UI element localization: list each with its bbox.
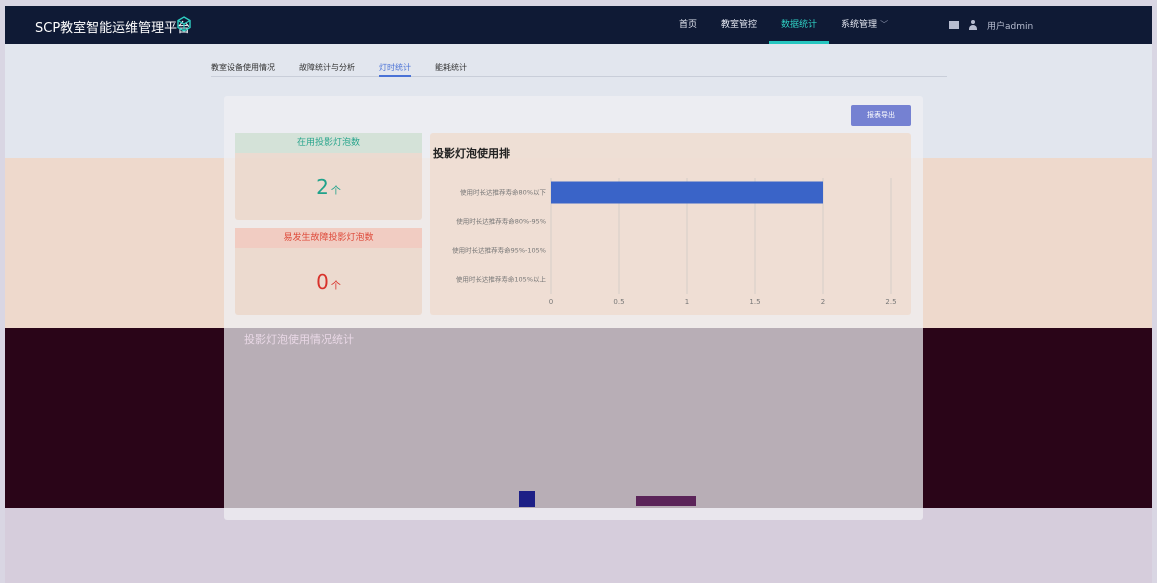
nav-home[interactable]: 首页: [667, 6, 709, 44]
nav-home-label: 首页: [679, 20, 698, 30]
stat-fault-prone-unit: 个: [330, 281, 341, 292]
stat-fault-prone-lamps: 易发生故障投影灯泡数 0个: [235, 228, 422, 315]
main-nav: 首页 教室管控 数据统计 系统管理 ﹀: [667, 6, 900, 44]
chart-tick-label: 0.5: [613, 298, 624, 306]
stat-in-use-unit: 个: [330, 186, 341, 197]
user-name[interactable]: 用户admin: [987, 19, 1033, 32]
tab-lamp-hours[interactable]: 灯时统计: [379, 60, 411, 77]
stat-in-use-value-wrap: 2个: [235, 175, 422, 199]
chart-tick-label: 2: [821, 298, 825, 306]
stat-fault-prone-value-wrap: 0个: [235, 270, 422, 294]
stat-in-use-value: 2: [316, 175, 329, 199]
chart-category-label: 使用时长达推荐寿命80%以下: [460, 188, 546, 197]
nav-classroom-control[interactable]: 教室管控: [709, 6, 769, 44]
user-area: 用户admin: [949, 6, 1033, 44]
chart-tick-label: 2.5: [885, 298, 896, 306]
chart-bar: [551, 181, 823, 204]
tab-energy[interactable]: 能耗统计: [435, 60, 467, 77]
lamp-usage-bar-chart: 0 0.5 1 1.5 2 2.5 使用时长达推荐寿命80%以下使用时长达推荐寿命80%-9…: [452, 178, 897, 306]
chart-category-label: 使用时长达推荐寿命95%-105%: [452, 246, 546, 255]
brand-title: SCP教室智能运维管理平台: [35, 21, 191, 36]
chart-title: 投影灯泡使用排: [433, 147, 510, 160]
mail-icon[interactable]: [949, 21, 959, 29]
lower-chart-bar: [519, 491, 535, 507]
lower-chart-legend: [636, 496, 696, 506]
tab-fault-analysis[interactable]: 故障统计与分析: [299, 60, 355, 77]
cube-icon: [177, 16, 191, 32]
chart-tick-label: 1.5: [749, 298, 760, 306]
chart-category-label: 使用时长达推荐寿命105%以上: [456, 275, 547, 284]
nav-system-management-label: 系统管理: [841, 20, 878, 30]
top-navbar: SCP教室智能运维管理平台 首页 教室管控 数据统计 系统管理 ﹀ 用户admin: [5, 6, 1152, 44]
nav-data-statistics[interactable]: 数据统计: [769, 6, 830, 44]
stat-in-use-title: 在用投影灯泡数: [235, 133, 422, 153]
lower-panel-title: 投影灯泡使用情况统计: [244, 333, 354, 346]
stat-in-use-lamps: 在用投影灯泡数 2个: [235, 133, 422, 220]
chart-tick-label: 0: [549, 298, 553, 306]
nav-classroom-control-label: 教室管控: [721, 20, 758, 30]
chart-tick-label: 1: [685, 298, 689, 306]
chart-category-label: 使用时长达推荐寿命80%-95%: [456, 217, 546, 226]
stat-fault-prone-title: 易发生故障投影灯泡数: [235, 228, 422, 248]
nav-data-statistics-label: 数据统计: [781, 20, 818, 30]
user-icon: [969, 20, 977, 30]
export-report-button[interactable]: 报表导出: [851, 105, 911, 126]
stat-fault-prone-value: 0: [316, 270, 329, 294]
nav-system-management[interactable]: 系统管理 ﹀: [829, 6, 900, 44]
statistics-subtabs: 教室设备使用情况 故障统计与分析 灯时统计 能耗统计: [211, 60, 947, 77]
tab-device-usage[interactable]: 教室设备使用情况: [211, 60, 275, 77]
chevron-down-icon: ﹀: [880, 20, 889, 29]
